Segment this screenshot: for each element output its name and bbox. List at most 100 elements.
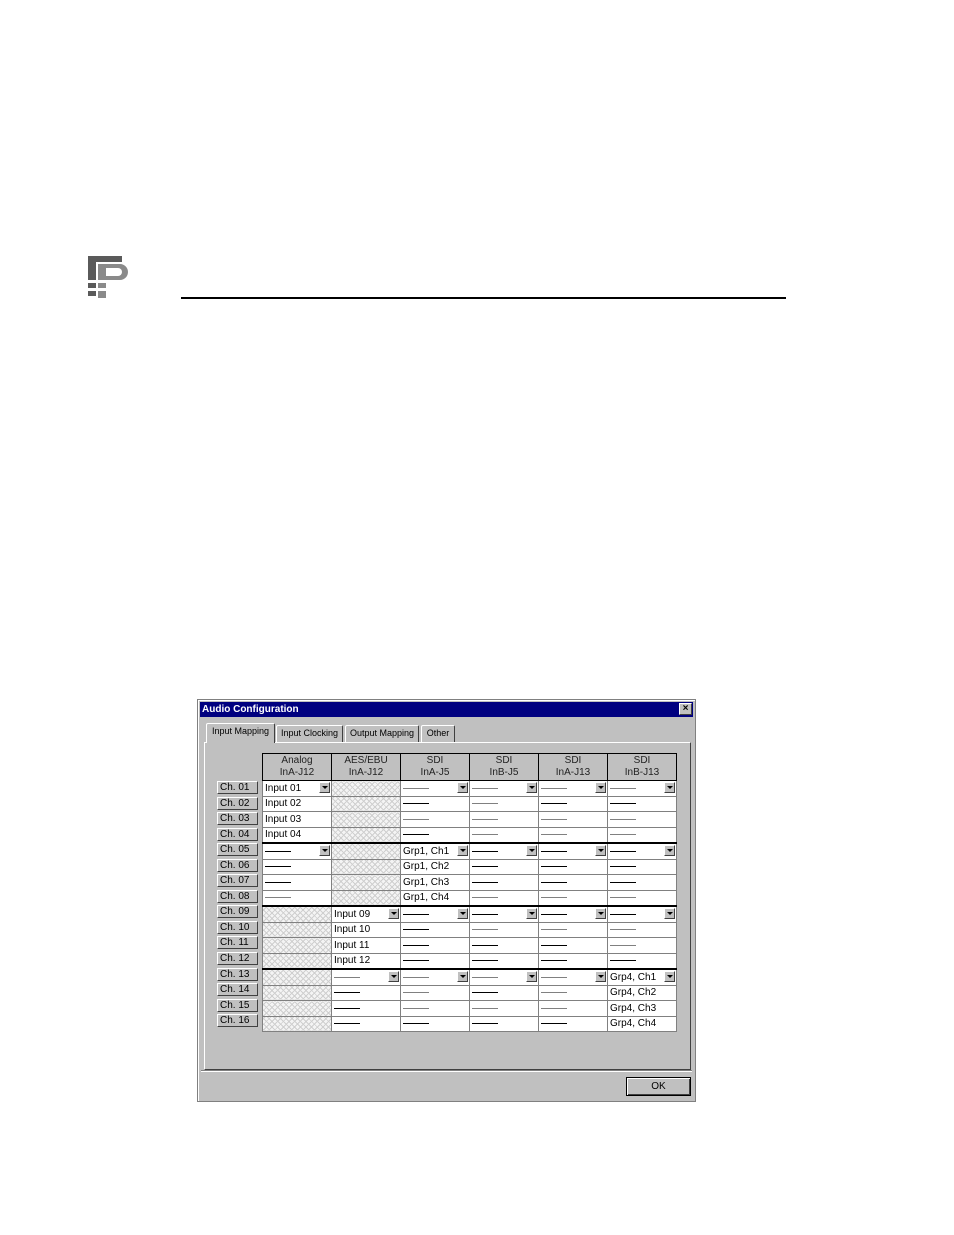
unassigned-dash bbox=[403, 992, 429, 994]
dropdown-arrow-icon[interactable] bbox=[319, 782, 330, 793]
mapping-cell[interactable] bbox=[400, 968, 470, 986]
mapping-cell bbox=[331, 842, 401, 860]
mapping-cell bbox=[469, 811, 539, 828]
unassigned-dash bbox=[472, 960, 498, 962]
column-header-line1: AES/EBU bbox=[344, 755, 388, 766]
mapping-cell bbox=[607, 795, 677, 812]
mapping-cell[interactable] bbox=[469, 968, 539, 986]
unassigned-dash bbox=[472, 929, 498, 931]
dropdown-arrow-icon[interactable] bbox=[595, 971, 606, 982]
channel-label[interactable]: Ch. 07 bbox=[217, 874, 258, 888]
tab-output-mapping[interactable]: Output Mapping bbox=[345, 725, 419, 742]
mapping-value: Input 02 bbox=[265, 798, 302, 810]
channel-label[interactable]: Ch. 09 bbox=[217, 905, 258, 919]
mapping-cell[interactable] bbox=[538, 842, 608, 860]
dropdown-arrow-icon[interactable] bbox=[526, 845, 537, 856]
dropdown-arrow-icon[interactable] bbox=[595, 782, 606, 793]
unassigned-dash bbox=[541, 1007, 567, 1009]
mapping-cell[interactable]: Grp1, Ch1 bbox=[400, 842, 470, 860]
mapping-cell[interactable] bbox=[331, 968, 401, 986]
unassigned-dash bbox=[472, 913, 498, 915]
table-row: Grp1, Ch1 bbox=[262, 842, 677, 860]
channel-label[interactable]: Ch. 01 bbox=[217, 781, 258, 794]
mapping-cell[interactable] bbox=[469, 905, 539, 923]
channel-label[interactable]: Ch. 02 bbox=[217, 796, 258, 810]
channel-label[interactable]: Ch. 11 bbox=[217, 936, 258, 950]
dropdown-arrow-icon[interactable] bbox=[457, 782, 468, 793]
mapping-cell bbox=[262, 1000, 332, 1017]
column-header: SDI InA-J5 bbox=[400, 753, 470, 781]
dropdown-arrow-icon[interactable] bbox=[664, 971, 675, 982]
channel-label[interactable]: Ch. 15 bbox=[217, 998, 258, 1012]
mapping-cell bbox=[469, 937, 539, 954]
mapping-cell bbox=[400, 921, 470, 938]
dropdown-arrow-icon[interactable] bbox=[526, 971, 537, 982]
mapping-cell[interactable]: Input 01 bbox=[262, 780, 332, 797]
unassigned-dash bbox=[403, 944, 429, 946]
mapping-cell[interactable] bbox=[469, 842, 539, 860]
channel-label[interactable]: Ch. 14 bbox=[217, 983, 258, 997]
table-row: Input 10 bbox=[262, 921, 677, 938]
ok-button[interactable]: OK bbox=[626, 1077, 691, 1096]
dropdown-arrow-icon[interactable] bbox=[595, 845, 606, 856]
mapping-cell bbox=[262, 874, 332, 891]
mapping-cell[interactable] bbox=[607, 905, 677, 923]
dropdown-arrow-icon[interactable] bbox=[388, 908, 399, 919]
mapping-cell bbox=[469, 984, 539, 1001]
mapping-cell[interactable]: Grp4, Ch1 bbox=[607, 968, 677, 986]
unassigned-dash bbox=[403, 976, 429, 978]
unassigned-dash bbox=[610, 944, 636, 946]
dropdown-arrow-icon[interactable] bbox=[526, 782, 537, 793]
mapping-cell[interactable] bbox=[469, 780, 539, 797]
mapping-cell bbox=[331, 1000, 401, 1017]
mapping-cell[interactable] bbox=[538, 905, 608, 923]
channel-label[interactable]: Ch. 06 bbox=[217, 858, 258, 872]
channel-label[interactable]: Ch. 16 bbox=[217, 1014, 258, 1028]
unassigned-dash bbox=[541, 913, 567, 915]
dropdown-arrow-icon[interactable] bbox=[457, 971, 468, 982]
dropdown-arrow-icon[interactable] bbox=[526, 908, 537, 919]
channel-label[interactable]: Ch. 10 bbox=[217, 920, 258, 934]
tab-input-clocking[interactable]: Input Clocking bbox=[276, 725, 343, 742]
mapping-cell[interactable] bbox=[400, 905, 470, 923]
unassigned-dash bbox=[541, 976, 567, 978]
close-button[interactable]: × bbox=[679, 703, 692, 715]
channel-label[interactable]: Ch. 05 bbox=[217, 843, 258, 857]
mapping-cell[interactable] bbox=[400, 780, 470, 797]
channel-label[interactable]: Ch. 13 bbox=[217, 967, 258, 981]
mapping-cell[interactable]: Input 09 bbox=[331, 905, 401, 923]
mapping-cell[interactable] bbox=[607, 842, 677, 860]
mapping-cell: Input 03 bbox=[262, 811, 332, 828]
mapping-cell bbox=[331, 984, 401, 1001]
dropdown-arrow-icon[interactable] bbox=[457, 908, 468, 919]
channel-label[interactable]: Ch. 04 bbox=[217, 827, 258, 841]
mapping-cell[interactable] bbox=[538, 968, 608, 986]
channel-label[interactable]: Ch. 12 bbox=[217, 952, 258, 966]
mapping-cell bbox=[469, 795, 539, 812]
mapping-cell bbox=[262, 952, 332, 970]
mapping-cell bbox=[262, 968, 332, 986]
dropdown-arrow-icon[interactable] bbox=[388, 971, 399, 982]
tab-input-mapping[interactable]: Input Mapping bbox=[206, 723, 275, 743]
channel-label[interactable]: Ch. 08 bbox=[217, 889, 258, 903]
dropdown-arrow-icon[interactable] bbox=[319, 845, 330, 856]
mapping-cell[interactable] bbox=[262, 842, 332, 860]
mapping-cell bbox=[400, 811, 470, 828]
mapping-cell[interactable] bbox=[538, 780, 608, 797]
dropdown-arrow-icon[interactable] bbox=[457, 845, 468, 856]
dropdown-arrow-icon[interactable] bbox=[595, 908, 606, 919]
channel-label[interactable]: Ch. 03 bbox=[217, 812, 258, 826]
mapping-cell bbox=[469, 858, 539, 875]
dropdown-arrow-icon[interactable] bbox=[664, 908, 675, 919]
mapping-cell bbox=[400, 937, 470, 954]
column-header-line2: InA-J5 bbox=[420, 767, 450, 778]
dropdown-arrow-icon[interactable] bbox=[664, 845, 675, 856]
mapping-cell bbox=[400, 1000, 470, 1017]
mapping-cell bbox=[331, 795, 401, 812]
mapping-cell bbox=[538, 874, 608, 891]
tab-other[interactable]: Other bbox=[421, 725, 455, 742]
mapping-cell[interactable] bbox=[607, 780, 677, 797]
dropdown-arrow-icon[interactable] bbox=[664, 782, 675, 793]
table-row: Input 04 bbox=[262, 826, 677, 844]
mapping-value: Grp1, Ch2 bbox=[403, 861, 450, 873]
